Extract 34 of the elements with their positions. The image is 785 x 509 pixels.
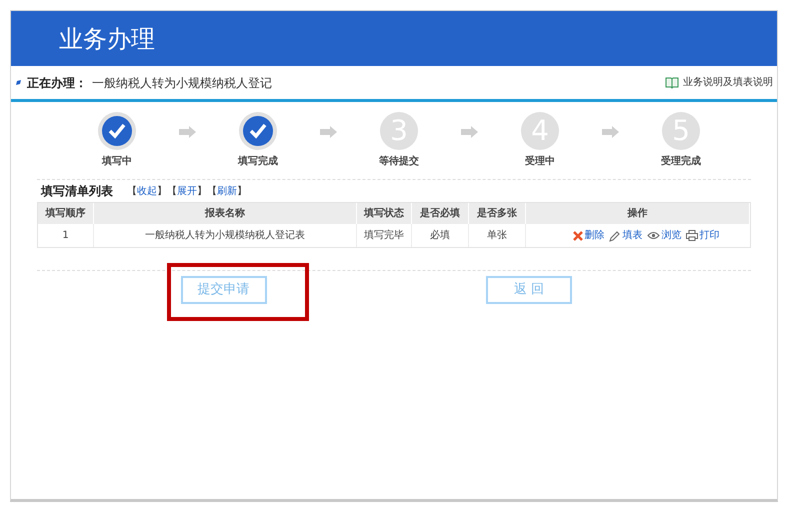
table-cell: 1 bbox=[38, 224, 94, 247]
table-cell: 单张 bbox=[469, 224, 526, 247]
step-label: 受理完成 bbox=[661, 154, 701, 169]
column-header: 是否必填 bbox=[412, 203, 469, 224]
help-link[interactable]: 业务说明及填表说明 bbox=[683, 75, 773, 90]
bracket: 】 bbox=[157, 184, 167, 198]
table-cell: 一般纳税人转为小规模纳税人登记表 bbox=[94, 224, 357, 247]
action-link[interactable]: 填表 bbox=[608, 228, 642, 243]
current-business: 一般纳税人转为小规模纳税人登记 bbox=[92, 74, 272, 92]
bracket: 】 bbox=[237, 184, 247, 198]
table-cell: 必填 bbox=[412, 224, 469, 247]
column-header: 填写顺序 bbox=[38, 203, 94, 224]
list-link[interactable]: 展开 bbox=[177, 184, 197, 198]
bracket: 【 bbox=[207, 184, 217, 198]
bracket: 【 bbox=[127, 184, 137, 198]
list-link[interactable]: 收起 bbox=[137, 184, 157, 198]
action-link[interactable]: 浏览 bbox=[646, 228, 682, 243]
page-title: 业务办理 bbox=[59, 24, 155, 54]
action-link[interactable]: 打印 bbox=[686, 228, 720, 243]
table-cell: 填写完毕 bbox=[357, 224, 412, 247]
list-link[interactable]: 刷新 bbox=[217, 184, 237, 198]
current-label: 正在办理： bbox=[27, 74, 87, 92]
step-label: 填写完成 bbox=[238, 154, 278, 169]
column-header: 操作 bbox=[526, 203, 750, 224]
step-label: 受理中 bbox=[525, 154, 555, 169]
column-header: 报表名称 bbox=[94, 203, 357, 224]
column-header: 是否多张 bbox=[469, 203, 526, 224]
column-header: 填写状态 bbox=[357, 203, 412, 224]
bracket: 【 bbox=[167, 184, 177, 198]
step-label: 等待提交 bbox=[379, 154, 419, 169]
list-title: 填写清单列表 bbox=[41, 183, 113, 200]
action-link[interactable]: 删除 bbox=[572, 228, 604, 243]
step-label: 填写中 bbox=[102, 154, 132, 169]
bracket: 】 bbox=[197, 184, 207, 198]
